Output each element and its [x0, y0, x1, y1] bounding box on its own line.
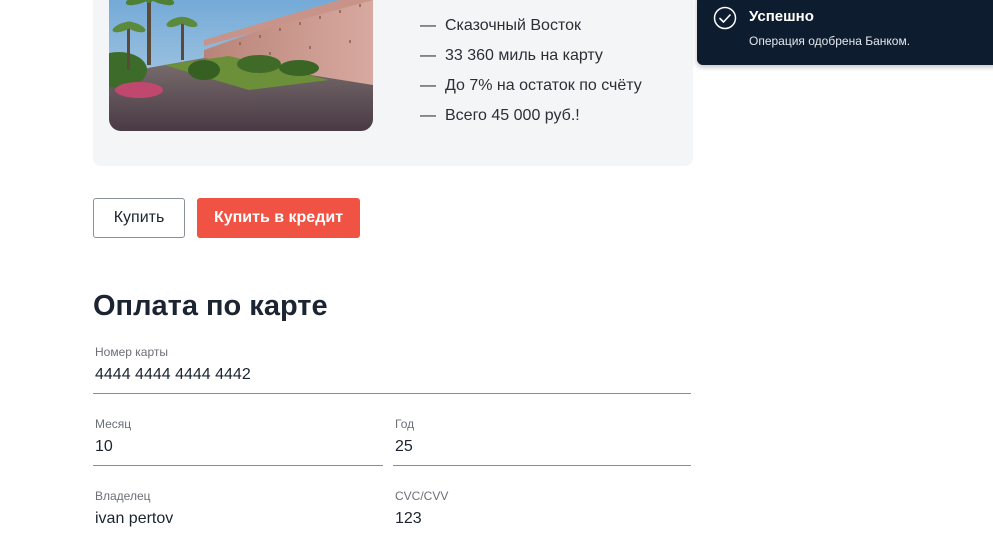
offer-image: [109, 0, 373, 131]
feature-item: — До 7% на остаток по счёту: [420, 77, 642, 94]
feature-text: Всего 45 000 руб.!: [445, 107, 580, 124]
notification-title: Успешно: [749, 8, 814, 25]
owner-input[interactable]: ivan pertov: [95, 509, 173, 529]
feature-text: До 7% на остаток по счёту: [445, 77, 642, 94]
owner-label: Владелец: [95, 489, 151, 503]
cvc-field[interactable]: CVC/CVV 123: [393, 489, 691, 536]
buy-button[interactable]: Купить: [93, 198, 185, 238]
card-number-label: Номер карты: [95, 345, 168, 359]
success-notification[interactable]: Успешно Операция одобрена Банком.: [697, 0, 993, 65]
feature-item: —33 360 миль на карту: [420, 47, 603, 64]
notification-message: Операция одобрена Банком.: [749, 34, 911, 48]
feature-item: — Всего 45 000 руб.!: [420, 107, 580, 124]
owner-field[interactable]: Владелец ivan pertov: [93, 489, 383, 536]
card-number-input[interactable]: 4444 4444 4444 4442: [95, 365, 251, 385]
offer-card: — Сказочный Восток —33 360 миль на карту …: [93, 0, 693, 166]
cvc-input[interactable]: 123: [395, 509, 422, 529]
month-field[interactable]: Месяц 10: [93, 417, 383, 466]
year-label: Год: [395, 417, 415, 431]
year-field[interactable]: Год 25: [393, 417, 691, 466]
buy-on-credit-button[interactable]: Купить в кредит: [197, 198, 360, 238]
year-input[interactable]: 25: [395, 437, 413, 457]
check-circle-icon: [713, 6, 737, 30]
feature-text: Сказочный Восток: [445, 17, 581, 34]
card-number-field[interactable]: Номер карты 4444 4444 4444 4442: [93, 345, 691, 394]
month-label: Месяц: [95, 417, 132, 431]
cvc-label: CVC/CVV: [395, 489, 449, 503]
feature-item: — Сказочный Восток: [420, 17, 581, 34]
offer-feature-list: — Сказочный Восток —33 360 миль на карту …: [420, 16, 642, 136]
feature-text: 33 360 миль на карту: [445, 47, 603, 64]
month-input[interactable]: 10: [95, 437, 113, 457]
payment-form-title: Оплата по карте: [93, 290, 328, 322]
page: — Сказочный Восток —33 360 миль на карту …: [0, 0, 993, 536]
